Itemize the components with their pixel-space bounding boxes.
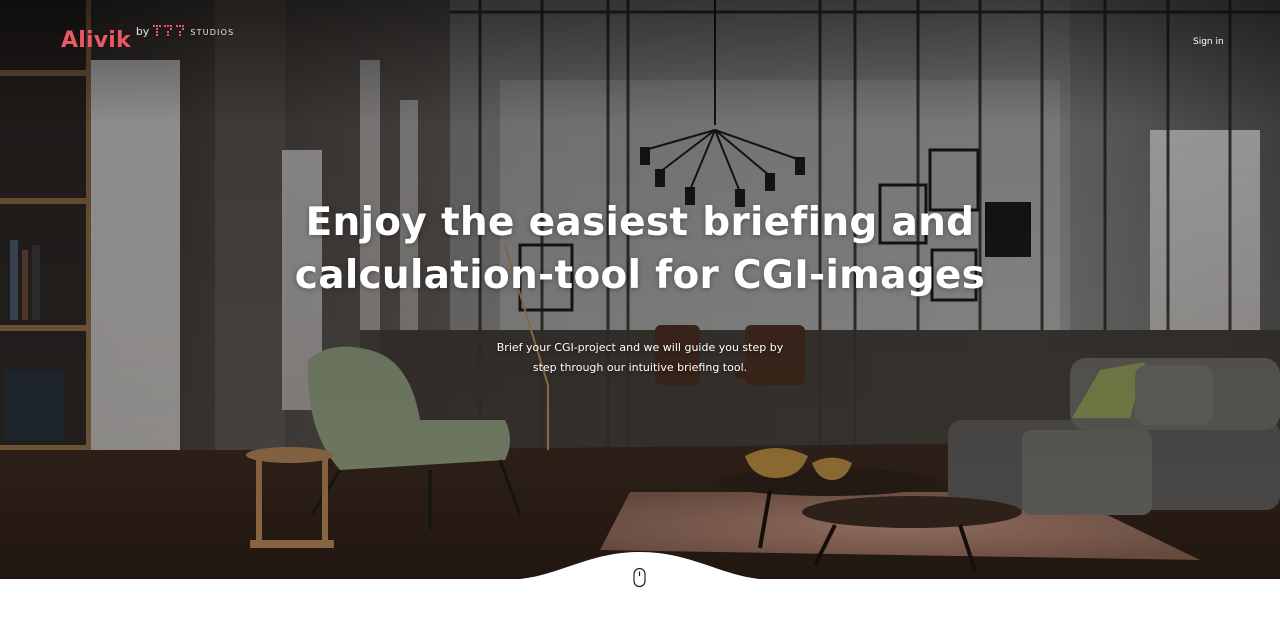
studio-logo-mark: STUDIOS: [153, 25, 234, 37]
hero-background-image: [0, 0, 1280, 627]
brand-by-label: by: [135, 25, 150, 38]
hero-headline-line-1: Enjoy the easiest briefing and: [305, 200, 975, 245]
hero-headline: Enjoy the easiest briefing and calculati…: [280, 196, 1000, 302]
hero-subtitle: Brief your CGI-project and we will guide…: [470, 338, 810, 378]
hero-subtitle-line-1: Brief your CGI-project and we will guide…: [496, 341, 784, 354]
mouse-scroll-icon[interactable]: [632, 567, 648, 589]
brand-logo[interactable]: Alivik by STUDIOS: [61, 25, 234, 54]
hero-section: Alivik by STUDIOS Sign in Enjoy the easi…: [0, 0, 1280, 627]
brand-name: Alivik: [61, 28, 131, 53]
hero-headline-line-2: calculation-tool for CGI-images: [294, 253, 986, 298]
studio-pixel-logo-icon: [153, 25, 185, 36]
site-header: Alivik by STUDIOS Sign in: [0, 0, 1280, 80]
mouse-icon: [633, 567, 646, 588]
studio-label: STUDIOS: [190, 27, 235, 37]
sign-in-link[interactable]: Sign in: [1193, 37, 1224, 47]
hero-subtitle-line-2: step through our intuitive briefing tool…: [532, 361, 748, 374]
